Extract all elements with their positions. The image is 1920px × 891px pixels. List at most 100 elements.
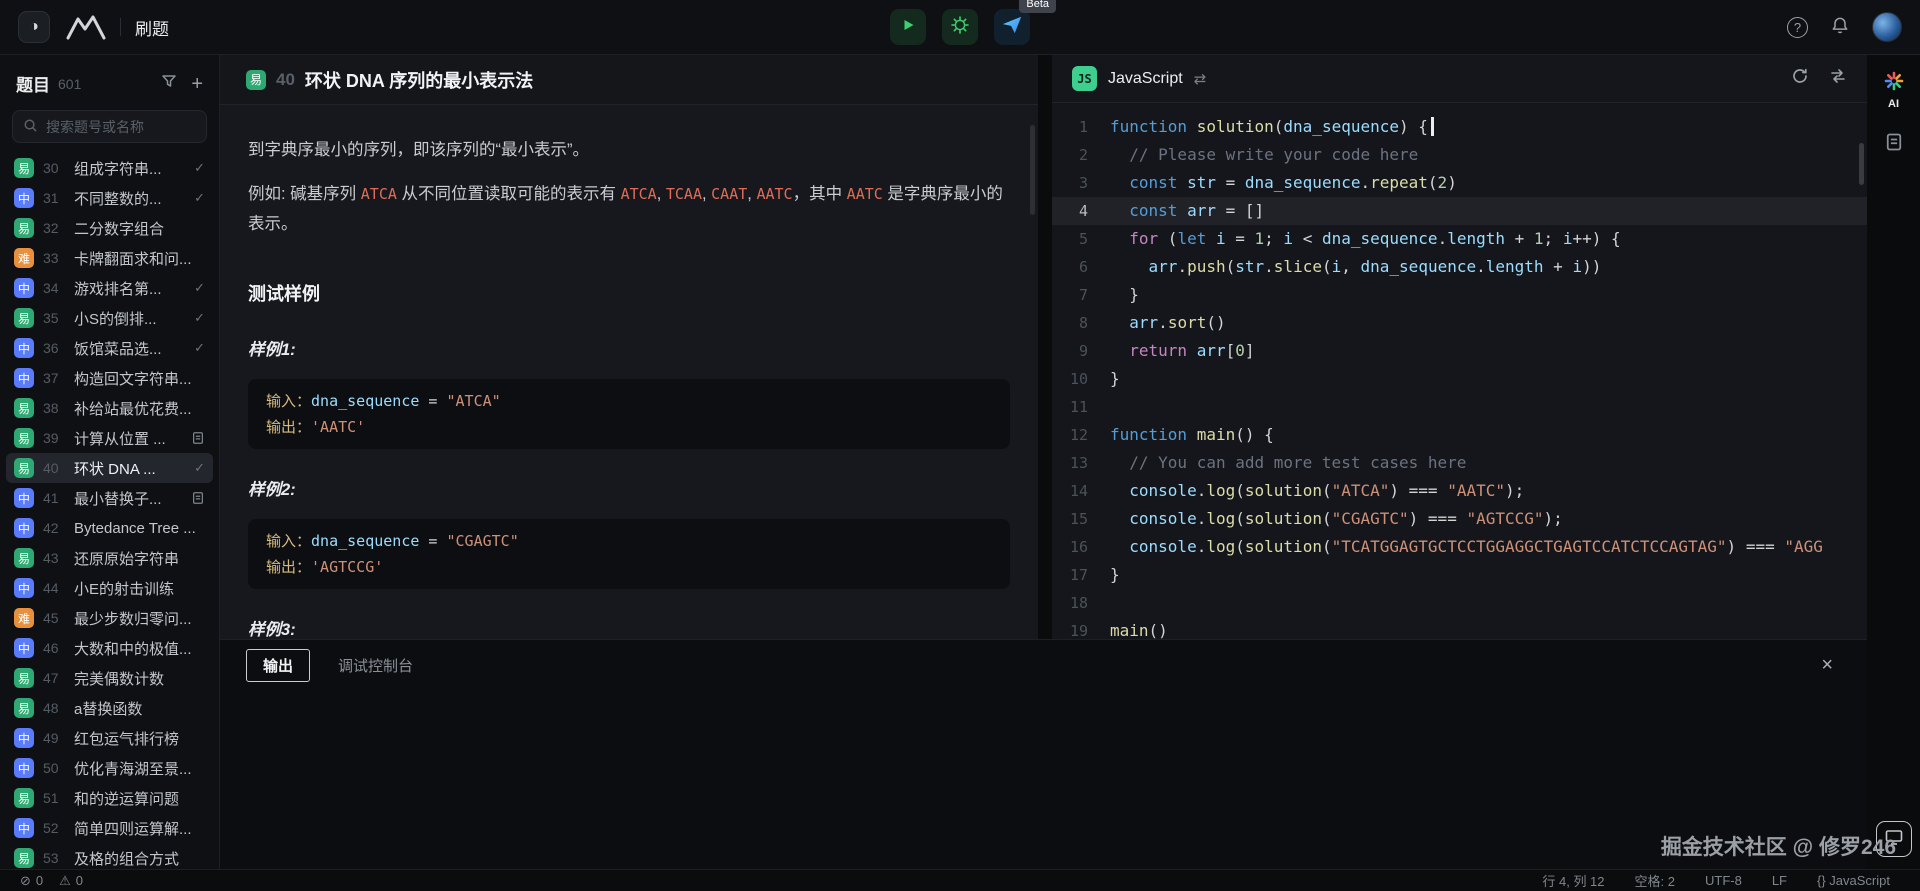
code-line[interactable]: 11 [1052, 393, 1867, 421]
problem-title: 补给站最优花费... [74, 398, 205, 419]
problem-title: 简单四则运算解... [74, 818, 205, 839]
problem-list-item[interactable]: 难45最少步数归零问... [6, 603, 213, 633]
code-line[interactable]: 10} [1052, 365, 1867, 393]
problem-title: 饭馆菜品选... [74, 338, 185, 359]
problem-title: 优化青海湖至景... [74, 758, 205, 779]
problem-list-item[interactable]: 易32二分数字组合 [6, 213, 213, 243]
run-button[interactable] [890, 9, 926, 45]
problem-number: 46 [43, 640, 65, 656]
code-line[interactable]: 5 for (let i = 1; i < dna_sequence.lengt… [1052, 225, 1867, 253]
beta-badge: Beta [1019, 0, 1056, 13]
problem-list-item[interactable]: 易43还原原始字符串 [6, 543, 213, 573]
line-number: 15 [1052, 505, 1110, 533]
problem-number: 40 [276, 70, 295, 90]
problem-list-item[interactable]: 中50优化青海湖至景... [6, 753, 213, 783]
code-line[interactable]: 15 console.log(solution("CGAGTC") === "A… [1052, 505, 1867, 533]
problem-list-item[interactable]: 中41最小替换子... [6, 483, 213, 513]
editor-scrollbar[interactable] [1859, 143, 1864, 185]
tab-output[interactable]: 输出 [246, 649, 310, 682]
compare-code-icon[interactable] [1829, 67, 1847, 90]
code-editor[interactable]: 1function solution(dna_sequence) {2 // P… [1052, 103, 1867, 639]
problem-list-item[interactable]: 中52简单四则运算解... [6, 813, 213, 843]
problem-list-item[interactable]: 中31不同整数的...✓ [6, 183, 213, 213]
submit-button[interactable]: Beta [994, 9, 1030, 45]
ai-assistant-button[interactable]: AI [1880, 67, 1908, 114]
problem-list-item[interactable]: 易30组成字符串...✓ [6, 153, 213, 183]
search-input[interactable]: 搜索题号或名称 [12, 110, 207, 143]
problem-scrollbar[interactable] [1030, 125, 1035, 215]
difficulty-badge: 中 [14, 728, 34, 748]
tab-debug-console[interactable]: 调试控制台 [338, 655, 413, 676]
warnings-indicator[interactable]: ⚠ 0 [59, 873, 83, 889]
problem-list-item[interactable]: 易53及格的组合方式 [6, 843, 213, 869]
help-icon[interactable]: ? [1787, 17, 1808, 38]
app-logo-icon[interactable] [66, 14, 106, 40]
debug-test-button[interactable] [942, 9, 978, 45]
problem-list-item[interactable]: 易48a替换函数 [6, 693, 213, 723]
indentation-setting[interactable]: 空格: 2 [1635, 871, 1675, 890]
cursor-position[interactable]: 行 4, 列 12 [1542, 871, 1604, 890]
problem-number: 47 [43, 670, 65, 686]
problem-title: 环状 DNA 序列的最小表示法 [305, 67, 533, 93]
problem-title: 和的逆运算问题 [74, 788, 205, 809]
line-number: 4 [1052, 197, 1110, 225]
reset-code-icon[interactable] [1791, 67, 1809, 90]
difficulty-badge: 中 [14, 638, 34, 658]
problem-list-item[interactable]: 易38补给站最优花费... [6, 393, 213, 423]
code-line[interactable]: 3 const str = dna_sequence.repeat(2) [1052, 169, 1867, 197]
submission-record-icon[interactable] [1884, 132, 1904, 157]
problem-list-item[interactable]: 易39计算从位置 ... [6, 423, 213, 453]
code-line[interactable]: 17} [1052, 561, 1867, 589]
code-line[interactable]: 8 arr.sort() [1052, 309, 1867, 337]
sidebar-toggle-button[interactable]: ◑ [18, 11, 50, 43]
notifications-bell-icon[interactable] [1830, 15, 1850, 40]
problem-title: 及格的组合方式 [74, 848, 205, 869]
problem-list-item[interactable]: 中46大数和中的极值... [6, 633, 213, 663]
problem-list-item[interactable]: 中44小E的射击训练 [6, 573, 213, 603]
problem-list-item[interactable]: 中37构造回文字符串... [6, 363, 213, 393]
code-line[interactable]: 7 } [1052, 281, 1867, 309]
problem-number: 32 [43, 220, 65, 236]
line-number: 5 [1052, 225, 1110, 253]
problem-list-item[interactable]: 难33卡牌翻面求和问... [6, 243, 213, 273]
code-line[interactable]: 13 // You can add more test cases here [1052, 449, 1867, 477]
problem-title: 组成字符串... [74, 158, 185, 179]
problem-list-item[interactable]: 易40环状 DNA ...✓ [6, 453, 213, 483]
code-line[interactable]: 4 const arr = [] [1052, 197, 1867, 225]
eol-setting[interactable]: LF [1772, 873, 1787, 888]
filter-funnel-icon[interactable] [161, 73, 177, 94]
code-line[interactable]: 9 return arr[0] [1052, 337, 1867, 365]
language-selector[interactable]: JavaScript [1108, 70, 1183, 88]
problem-number: 42 [43, 520, 65, 536]
problem-list-item[interactable]: 易51和的逆运算问题 [6, 783, 213, 813]
code-line[interactable]: 14 console.log(solution("ATCA") === "AAT… [1052, 477, 1867, 505]
inline-code: CAAT [711, 185, 747, 203]
nav-practice[interactable]: 刷题 [135, 15, 169, 40]
add-problem-button[interactable]: + [191, 74, 203, 94]
user-avatar[interactable] [1872, 12, 1902, 42]
problem-list-item[interactable]: 中34游戏排名第...✓ [6, 273, 213, 303]
close-console-icon[interactable]: × [1813, 655, 1841, 675]
code-line[interactable]: 6 arr.push(str.slice(i, dna_sequence.len… [1052, 253, 1867, 281]
code-line[interactable]: 18 [1052, 589, 1867, 617]
problem-list-item[interactable]: 中36饭馆菜品选...✓ [6, 333, 213, 363]
code-line[interactable]: 19main() [1052, 617, 1867, 639]
language-mode[interactable]: {} JavaScript [1817, 873, 1890, 888]
code-line[interactable]: 2 // Please write your code here [1052, 141, 1867, 169]
difficulty-badge: 易 [14, 788, 34, 808]
problem-list-item[interactable]: 易47完美偶数计数 [6, 663, 213, 693]
problem-list-item[interactable]: 中42Bytedance Tree ... [6, 513, 213, 543]
language-swap-icon[interactable]: ⇄ [1194, 70, 1207, 88]
encoding-setting[interactable]: UTF-8 [1705, 873, 1742, 888]
problem-list-item[interactable]: 易35小S的倒排...✓ [6, 303, 213, 333]
line-number: 6 [1052, 253, 1110, 281]
code-line[interactable]: 12function main() { [1052, 421, 1867, 449]
code-line[interactable]: 16 console.log(solution("TCATGGAGTGCTCCT… [1052, 533, 1867, 561]
problem-list-item[interactable]: 中49红包运气排行榜 [6, 723, 213, 753]
code-line[interactable]: 1function solution(dna_sequence) { [1052, 113, 1867, 141]
problem-title: 卡牌翻面求和问... [74, 248, 205, 269]
ai-sparkle-icon [1884, 71, 1904, 96]
problem-number: 49 [43, 730, 65, 746]
errors-indicator[interactable]: ⊘ 0 [20, 873, 43, 889]
panel-splitter[interactable] [1038, 55, 1052, 639]
